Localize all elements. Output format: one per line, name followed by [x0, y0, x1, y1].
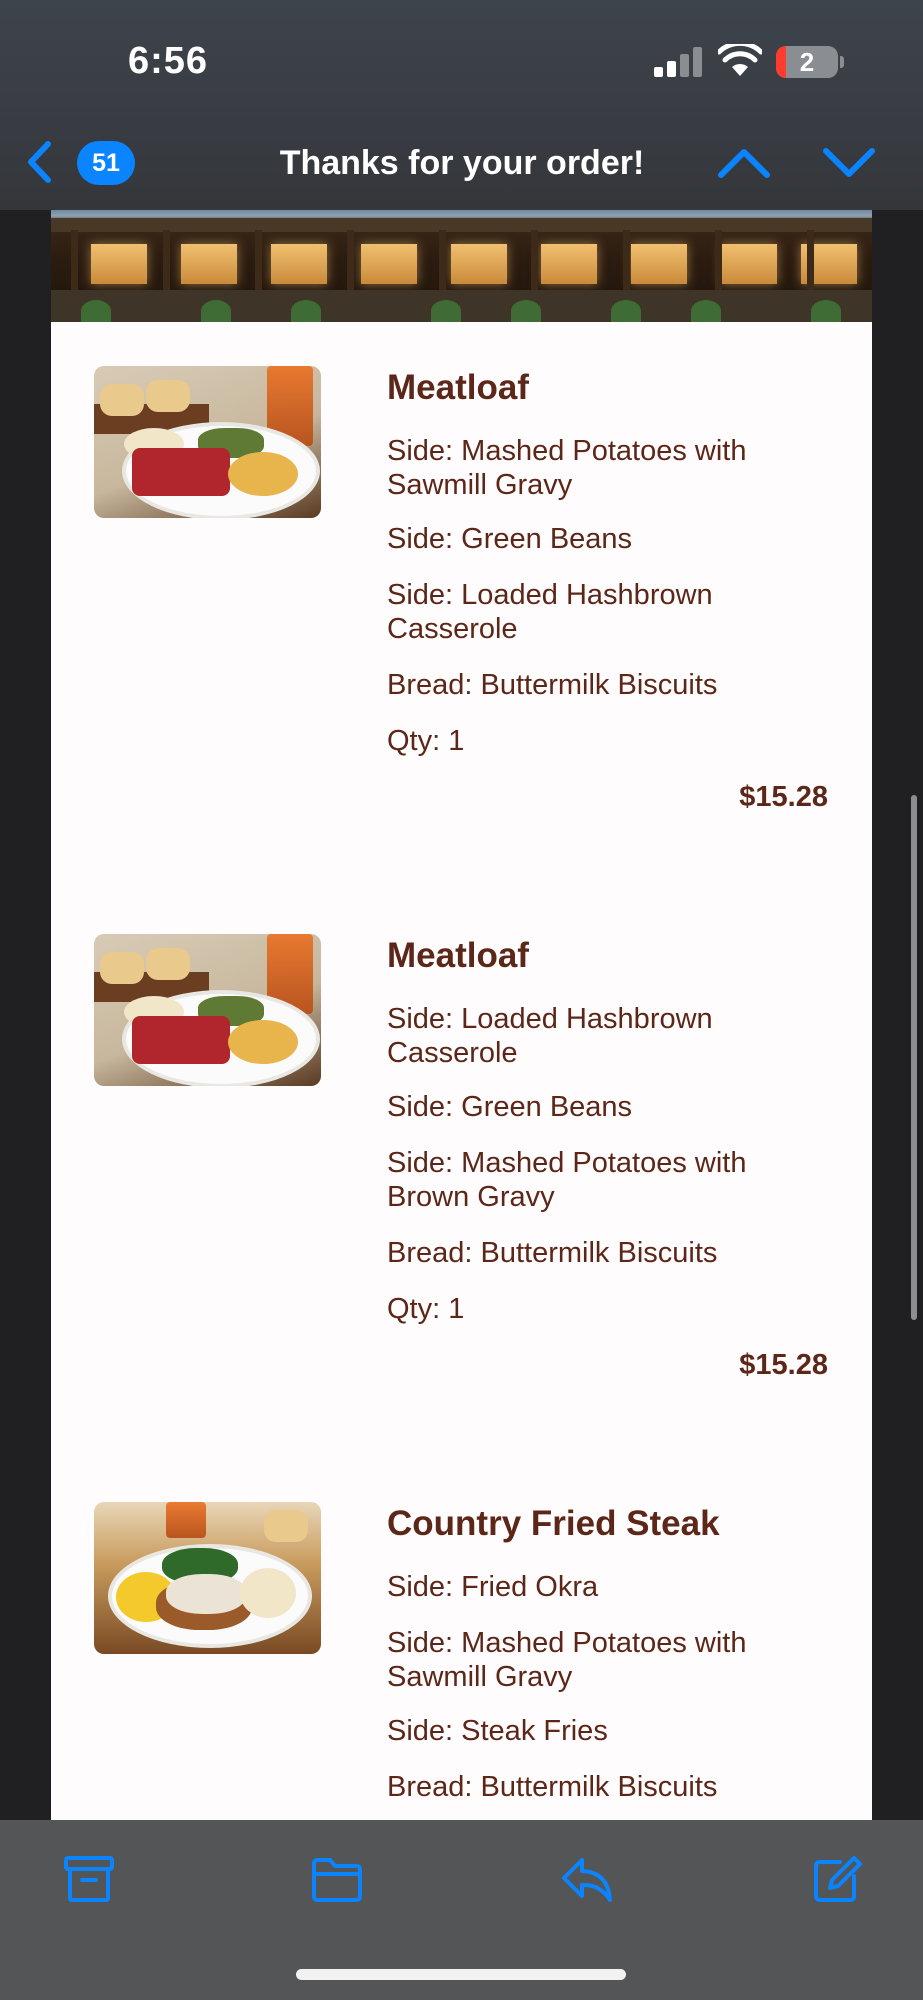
- item-name: Meatloaf: [387, 368, 529, 407]
- item-option: Side: Green Beans: [387, 1091, 633, 1123]
- country-fried-steak-photo: [94, 1502, 321, 1654]
- item-option: Side: Mashed Potatoes with Sawmill Gravy: [387, 1627, 747, 1693]
- back-chevron-icon[interactable]: [24, 140, 54, 184]
- next-message-icon[interactable]: [822, 145, 876, 181]
- email-content: Meatloaf Side: Mashed Potatoes with Sawm…: [51, 210, 872, 1820]
- vertical-scrollbar[interactable]: [911, 795, 917, 1320]
- order-item: Meatloaf Side: Loaded Hashbrown Casserol…: [51, 934, 872, 1434]
- battery-cap: [840, 56, 844, 68]
- battery-level-text: 2: [799, 47, 815, 77]
- cellular-signal-icon: [654, 47, 702, 77]
- item-price: $15.28: [739, 781, 828, 813]
- item-option: Side: Steak Fries: [387, 1715, 608, 1747]
- item-name: Meatloaf: [387, 936, 529, 975]
- order-item: Meatloaf Side: Mashed Potatoes with Sawm…: [51, 366, 872, 866]
- item-option: Side: Loaded Hashbrown Casserole: [387, 1003, 713, 1069]
- item-option: Side: Green Beans: [387, 523, 633, 555]
- archive-icon[interactable]: [62, 1854, 116, 1904]
- email-body-scroll[interactable]: Meatloaf Side: Mashed Potatoes with Sawm…: [0, 210, 923, 1820]
- item-price: $15.28: [739, 1349, 828, 1381]
- item-option: Side: Loaded Hashbrown Casserole: [387, 579, 713, 645]
- wifi-icon: [718, 44, 762, 76]
- item-option: Side: Mashed Potatoes with Brown Gravy: [387, 1147, 747, 1213]
- meatloaf-photo: [94, 934, 321, 1086]
- top-bar: 6:56 2 51 Thanks for your order!: [0, 0, 923, 210]
- unread-count-badge[interactable]: 51: [77, 141, 135, 185]
- email-subject-title: Thanks for your order!: [279, 144, 645, 182]
- reply-icon[interactable]: [560, 1854, 614, 1904]
- storefront-banner-image: [51, 210, 872, 322]
- item-option: Side: Mashed Potatoes with Sawmill Gravy: [387, 435, 747, 501]
- previous-message-icon[interactable]: [717, 145, 771, 181]
- item-option: Bread: Buttermilk Biscuits: [387, 1771, 718, 1803]
- move-to-folder-icon[interactable]: [310, 1854, 364, 1904]
- item-option: Side: Fried Okra: [387, 1571, 599, 1603]
- order-item: Country Fried Steak Side: Fried Okra Sid…: [51, 1502, 872, 1820]
- home-indicator[interactable]: [296, 1969, 626, 1980]
- item-name: Country Fried Steak: [387, 1504, 720, 1543]
- item-option: Bread: Buttermilk Biscuits: [387, 1237, 718, 1269]
- item-quantity: Qty: 1: [387, 1293, 465, 1325]
- meatloaf-photo: [94, 366, 321, 518]
- status-time: 6:56: [128, 40, 209, 82]
- compose-icon[interactable]: [810, 1854, 864, 1904]
- item-option: Bread: Buttermilk Biscuits: [387, 669, 718, 701]
- item-quantity: Qty: 1: [387, 725, 465, 757]
- battery-icon: 2: [776, 46, 838, 78]
